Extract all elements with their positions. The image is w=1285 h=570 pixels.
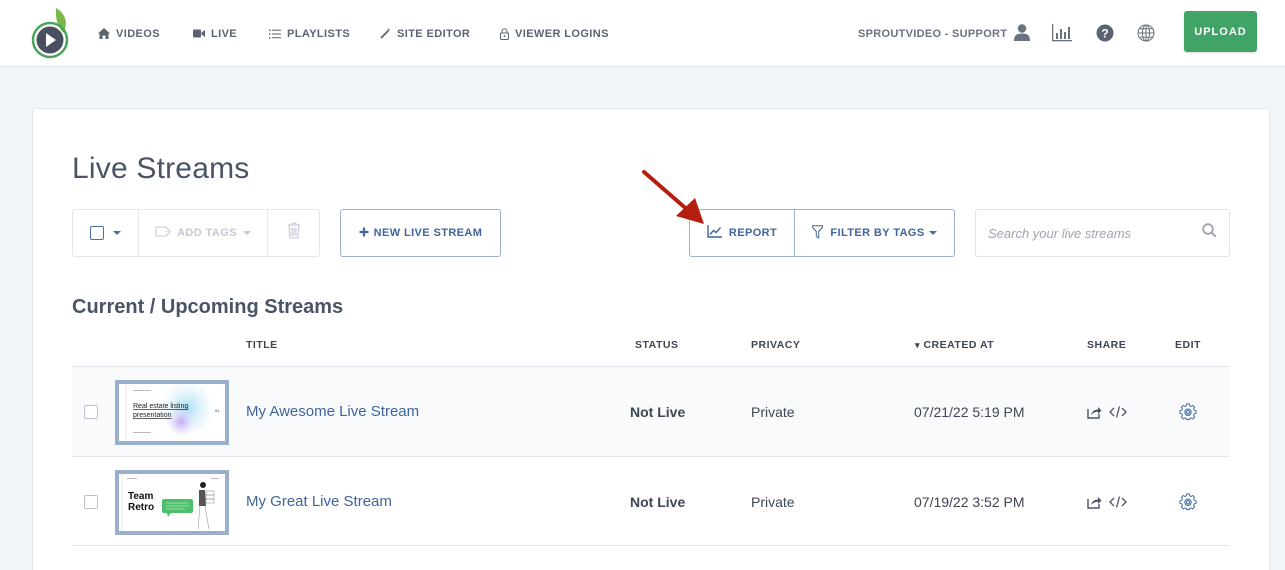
report-label: REPORT (728, 227, 778, 239)
stream-privacy: Private (751, 404, 795, 420)
stream-status: Not Live (630, 494, 686, 510)
globe-icon[interactable] (1135, 22, 1157, 44)
stream-title-link[interactable]: My Great Live Stream (246, 493, 392, 510)
svg-text:?: ? (1101, 26, 1108, 40)
nav-site-editor[interactable]: SITE EDITOR (380, 0, 470, 67)
stream-privacy: Private (751, 494, 795, 510)
video-camera-icon (193, 29, 205, 38)
page-title: Live Streams (72, 152, 250, 185)
column-header-share: SHARE (1087, 339, 1127, 351)
nav-live-label: LIVE (211, 27, 238, 40)
stream-title-link[interactable]: My Awesome Live Stream (246, 403, 419, 420)
column-header-privacy[interactable]: PRIVACY (751, 339, 800, 351)
nav-viewer-logins[interactable]: VIEWER LOGINS (500, 0, 609, 67)
top-navbar: VIDEOS LIVE PLAYLISTS SITE EDITOR VIEWER… (0, 0, 1285, 67)
gear-icon[interactable] (1179, 493, 1197, 511)
row-checkbox[interactable] (84, 405, 98, 419)
svg-text:Team: Team (128, 491, 153, 502)
search-icon[interactable] (1202, 223, 1217, 243)
column-header-title[interactable]: TITLE (246, 339, 278, 351)
column-header-status[interactable]: STATUS (635, 339, 678, 351)
nav-site-editor-label: SITE EDITOR (397, 27, 471, 40)
search-input[interactable] (988, 225, 1202, 241)
table-row: Real estate listing presentation 01 My A… (72, 366, 1230, 456)
account-menu[interactable]: SPROUTVIDEO - SUPPORT (858, 0, 1031, 67)
chevron-down-icon (928, 231, 937, 235)
magic-wand-icon (380, 28, 391, 39)
svg-text:presentation: presentation (133, 412, 172, 419)
nav-live[interactable]: LIVE (193, 0, 237, 67)
filter-funnel-icon (812, 224, 824, 242)
table-row: Team Retro My Great Live Stream Not Live… (72, 456, 1230, 546)
sort-desc-icon: ▾ (915, 340, 921, 350)
embed-code-icon[interactable] (1109, 403, 1127, 421)
lock-icon (500, 27, 509, 40)
svg-text:Retro: Retro (128, 502, 154, 513)
add-tags-label: ADD TAGS (177, 227, 237, 239)
stream-created-at: 07/21/22 5:19 PM (914, 404, 1025, 420)
home-icon (98, 28, 110, 39)
bulk-actions-group: ADD TAGS (72, 209, 320, 257)
account-name: SPROUTVIDEO - SUPPORT (858, 27, 1008, 40)
line-chart-icon (707, 225, 722, 241)
sproutvideo-logo[interactable] (29, 5, 73, 59)
section-title: Current / Upcoming Streams (72, 296, 344, 318)
chevron-down-icon (113, 231, 121, 235)
column-header-edit: EDIT (1175, 339, 1201, 351)
chevron-down-icon (242, 231, 251, 235)
help-icon[interactable]: ? (1094, 22, 1116, 44)
share-icon[interactable] (1085, 493, 1103, 511)
report-button[interactable]: REPORT (690, 210, 795, 256)
nav-playlists-label: PLAYLISTS (287, 27, 351, 40)
new-live-stream-button[interactable]: NEW LIVE STREAM (340, 209, 501, 257)
tag-icon (155, 226, 171, 240)
new-live-stream-label: NEW LIVE STREAM (373, 227, 483, 239)
share-icon[interactable] (1085, 403, 1103, 421)
stream-thumbnail[interactable]: Team Retro (115, 470, 229, 535)
nav-viewer-logins-label: VIEWER LOGINS (515, 27, 609, 40)
svg-text:Real estate listing: Real estate listing (133, 403, 188, 410)
search-box (975, 209, 1230, 257)
plus-icon (359, 227, 369, 240)
column-header-created-at-label: CREATED AT (923, 339, 995, 351)
select-all-dropdown[interactable] (73, 210, 139, 256)
analytics-icon[interactable] (1051, 22, 1073, 44)
report-filter-group: REPORT FILTER BY TAGS (689, 209, 955, 257)
filter-by-tags-label: FILTER BY TAGS (830, 227, 925, 239)
trash-icon (287, 222, 301, 244)
column-header-created-at[interactable]: ▾ CREATED AT (915, 339, 994, 351)
delete-button[interactable] (268, 210, 319, 256)
add-tags-button[interactable]: ADD TAGS (139, 210, 268, 256)
user-icon (1013, 23, 1031, 44)
select-all-checkbox[interactable] (90, 226, 104, 240)
list-icon (269, 29, 281, 39)
upload-button[interactable]: UPLOAD (1184, 11, 1257, 52)
svg-text:01: 01 (215, 408, 220, 413)
stream-thumbnail[interactable]: Real estate listing presentation 01 (115, 380, 229, 445)
nav-videos[interactable]: VIDEOS (98, 0, 160, 67)
nav-videos-label: VIDEOS (116, 27, 160, 40)
stream-status: Not Live (630, 404, 686, 420)
filter-by-tags-button[interactable]: FILTER BY TAGS (795, 210, 954, 256)
nav-playlists[interactable]: PLAYLISTS (269, 0, 350, 67)
row-checkbox[interactable] (84, 495, 98, 509)
stream-created-at: 07/19/22 3:52 PM (914, 494, 1025, 510)
gear-icon[interactable] (1179, 403, 1197, 421)
embed-code-icon[interactable] (1109, 493, 1127, 511)
